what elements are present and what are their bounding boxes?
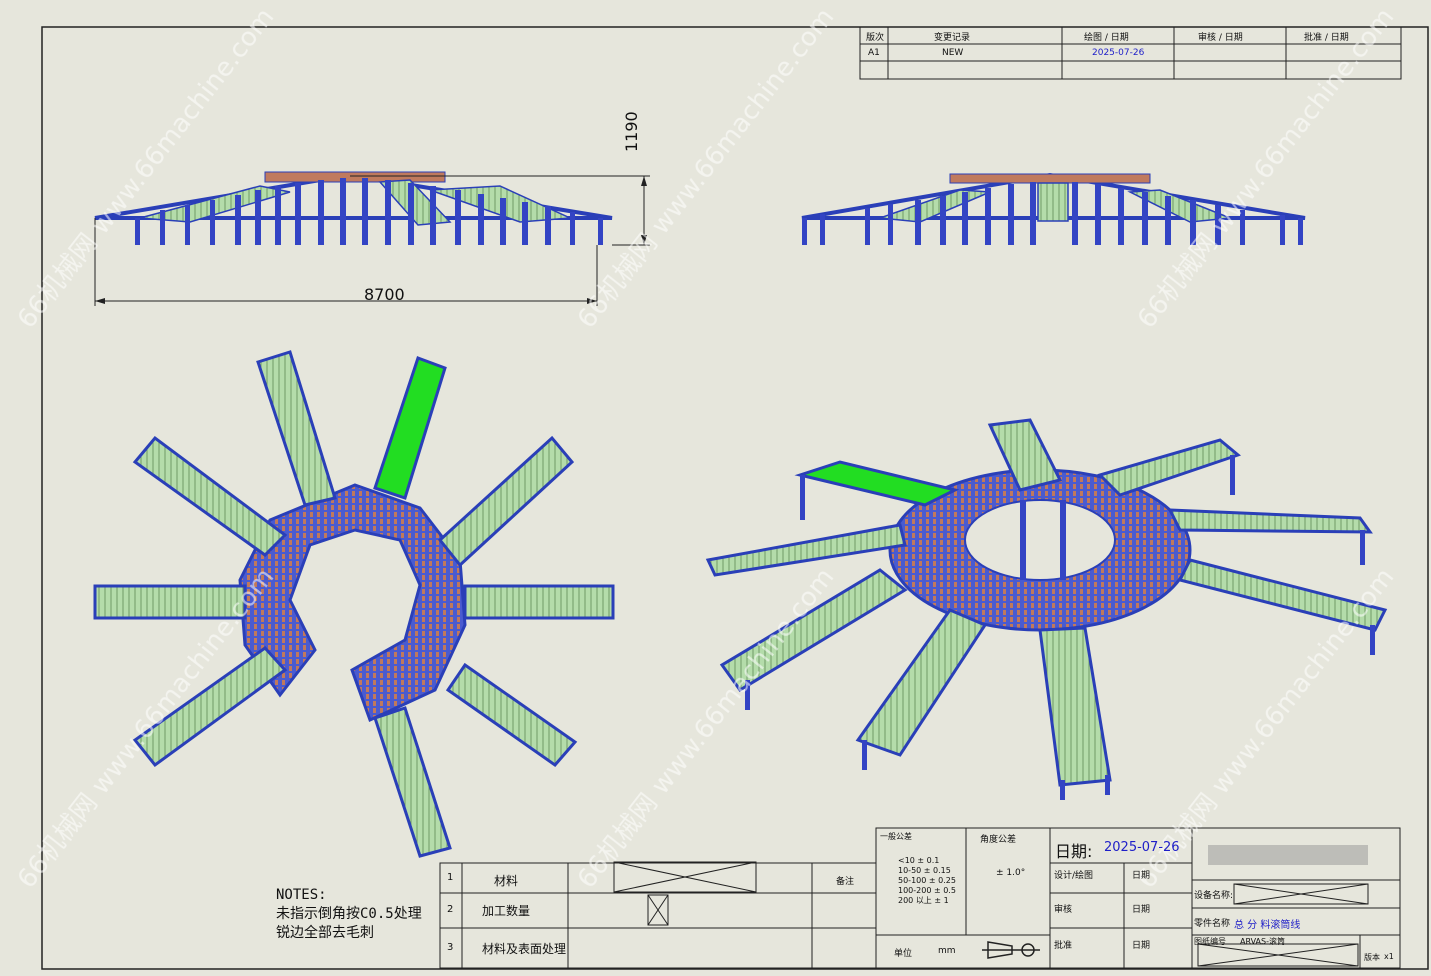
- approve-label: 批准: [1054, 941, 1073, 951]
- material-row-2-num: 2: [447, 904, 454, 915]
- angle-tolerance-title: 角度公差: [980, 835, 1017, 845]
- company-logo-blurred: [1208, 845, 1368, 865]
- review-date-label: 日期: [1132, 905, 1151, 915]
- design-label: 设计/绘图: [1054, 871, 1094, 881]
- rev-date: 2025-07-26: [1092, 48, 1145, 58]
- part-name-label: 零件名称: [1194, 919, 1231, 929]
- rev-header-version: 版次: [866, 33, 885, 43]
- rev-header-change: 变更记录: [934, 33, 971, 43]
- watermark: 66机械网 www.66machine.com: [572, 2, 840, 334]
- remark-label: 备注: [836, 877, 855, 887]
- notes-line-2: 锐边全部去毛刺: [276, 925, 374, 941]
- notes-title: NOTES:: [276, 887, 327, 903]
- unit-label: 单位: [894, 949, 913, 959]
- watermark: 66机械网 www.66machine.com: [1132, 2, 1400, 334]
- rev-header-draw: 绘图 / 日期: [1084, 33, 1129, 43]
- version-label: 版本: [1364, 953, 1380, 962]
- drawing-no-value: ARVAS-滚筒: [1240, 937, 1285, 946]
- dimension-width: 8700: [364, 285, 405, 304]
- tolerance-lines: <10 ± 0.1 10-50 ± 0.15 50-100 ± 0.25 100…: [898, 856, 956, 905]
- notes-block: NOTES: 未指示倒角按C0.5处理 锐边全部去毛刺: [276, 886, 422, 943]
- version-value: x1: [1384, 952, 1394, 961]
- tolerance-title: 一般公差: [880, 832, 912, 841]
- approve-date-label: 日期: [1132, 941, 1151, 951]
- projection-symbol: [982, 941, 1040, 959]
- plan-view: [93, 350, 615, 858]
- part-name-value: 总 分 料滚筒线: [1234, 920, 1301, 931]
- design-date-label: 日期: [1132, 871, 1151, 881]
- rev-change: NEW: [942, 48, 964, 58]
- rev-header-approve: 批准 / 日期: [1304, 33, 1349, 43]
- material-row-3-num: 3: [447, 942, 454, 953]
- notes-line-1: 未指示倒角按C0.5处理: [276, 906, 422, 922]
- material-row-2-label: 加工数量: [482, 904, 531, 918]
- material-row-1-num: 1: [447, 872, 454, 883]
- review-label: 审核: [1054, 905, 1073, 915]
- watermark: 66机械网 www.66machine.com: [12, 2, 280, 334]
- material-row-3-label: 材料及表面处理: [482, 942, 567, 956]
- drawing-no-label: 图纸编号: [1194, 937, 1226, 946]
- unit-value: mm: [938, 946, 956, 956]
- device-name-label: 设备名称:: [1194, 891, 1234, 901]
- dimension-height: 1190: [622, 111, 641, 152]
- drawing-canvas: 66机械网 www.66machine.com 66机械网 www.66mach…: [12, 2, 1429, 970]
- title-date-label: 日期:: [1055, 842, 1093, 861]
- material-row-1-label: 材料: [494, 874, 519, 888]
- title-date-value: 2025-07-26: [1104, 840, 1180, 855]
- angle-tolerance-value: ± 1.0°: [996, 868, 1026, 878]
- rev-value: A1: [868, 48, 880, 58]
- rev-header-review: 审核 / 日期: [1198, 33, 1243, 43]
